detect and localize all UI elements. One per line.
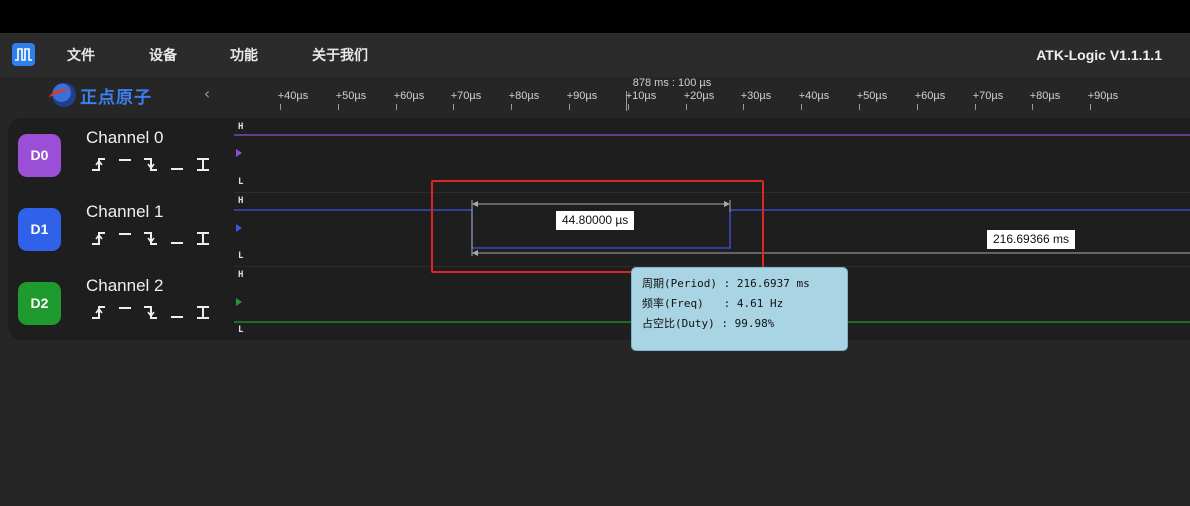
ruler-tick-mark [859, 104, 860, 110]
any-edge-icon[interactable] [194, 230, 212, 246]
ruler-tick-label: +80µs [508, 90, 540, 102]
trigger-options [90, 304, 212, 320]
channel-2-high-label: H [238, 270, 244, 280]
ruler-tick-label: +20µs [683, 90, 715, 102]
low-level-icon[interactable] [168, 156, 186, 172]
any-edge-icon[interactable] [194, 156, 212, 172]
ruler-tick-mark [628, 104, 629, 110]
ruler-tick-mark [801, 104, 802, 110]
falling-edge-icon[interactable] [142, 156, 160, 172]
ruler-tick-mark [396, 104, 397, 110]
chevron-left-icon: ‹ [203, 84, 211, 103]
collapse-sidebar-button[interactable]: ‹ [198, 83, 216, 105]
ruler-tick-label: +60µs [914, 90, 946, 102]
ruler-tick-mark [1032, 104, 1033, 110]
tooltip-duty: 占空比(Duty) : 99.98% [642, 317, 775, 330]
ruler-tick-label: +50µs [856, 90, 888, 102]
ruler-tick-mark [280, 104, 281, 110]
ruler-tick-mark [338, 104, 339, 110]
ruler-tick-mark [453, 104, 454, 110]
ruler-tick-mark [1090, 104, 1091, 110]
brand-mark-icon [52, 83, 76, 107]
channel-1-trigger-marker [236, 224, 242, 232]
menu-device[interactable]: 设备 [149, 33, 177, 77]
channel-0-high-label: H [238, 122, 244, 132]
ruler-tick-label: +40µs [277, 90, 309, 102]
rising-edge-icon[interactable] [90, 156, 108, 172]
ruler-tick-mark [511, 104, 512, 110]
ruler-tick-label: +90µs [566, 90, 598, 102]
channel-0-trigger-marker [236, 149, 242, 157]
measurement-tooltip: 周期(Period) : 216.6937 ms 频率(Freq) : 4.61… [631, 267, 848, 351]
channel-1-high-label: H [238, 196, 244, 206]
falling-edge-icon[interactable] [142, 230, 160, 246]
ruler-tick-label: +70µs [450, 90, 482, 102]
channel-1-low-label: L [238, 251, 244, 261]
trigger-options [90, 156, 212, 172]
brand-text: 正点原子 [80, 87, 152, 108]
ruler-tick-mark [917, 104, 918, 110]
ruler-tick-mark [975, 104, 976, 110]
channel-badge[interactable]: D0 [18, 134, 61, 177]
trigger-options [90, 230, 212, 246]
ruler-tick-label: +80µs [1029, 90, 1061, 102]
menu-about[interactable]: 关于我们 [312, 33, 368, 77]
app-title: ATK-Logic V1.1.1.1 [1036, 47, 1162, 63]
ruler-tick-label: +50µs [335, 90, 367, 102]
menu-function[interactable]: 功能 [230, 33, 258, 77]
rising-edge-icon[interactable] [90, 304, 108, 320]
rising-edge-icon[interactable] [90, 230, 108, 246]
channel-2-trigger-marker [236, 298, 242, 306]
channel-name[interactable]: Channel 2 [86, 276, 164, 296]
low-level-icon[interactable] [168, 304, 186, 320]
channel-0-low-label: L [238, 177, 244, 187]
logic-analyzer-window: 文件 设备 功能 关于我们 ATK-Logic V1.1.1.1 正点原子 ‹ … [0, 33, 1190, 506]
channel-name[interactable]: Channel 0 [86, 128, 164, 148]
any-edge-icon[interactable] [194, 304, 212, 320]
channel-row-1[interactable]: D1 Channel 1 [8, 192, 234, 266]
ruler-tick-label: +40µs [798, 90, 830, 102]
tooltip-frequency: 频率(Freq) : 4.61 Hz [642, 297, 784, 310]
brand-logo: 正点原子 [52, 81, 152, 109]
channel-badge[interactable]: D1 [18, 208, 61, 251]
menu-bar: 文件 设备 功能 关于我们 ATK-Logic V1.1.1.1 [0, 33, 1190, 77]
time-ruler[interactable]: 878 ms : 100 µs +40µs +50µs +60µs +70µs +80µ… [234, 77, 1190, 111]
menu-file[interactable]: 文件 [67, 33, 95, 77]
channel-row-0[interactable]: D0 Channel 0 [8, 118, 234, 192]
ruler-reference-label: 878 ms : 100 µs [632, 77, 712, 89]
ruler-tick-mark [743, 104, 744, 110]
ruler-tick-mark [569, 104, 570, 110]
period-label: 216.69366 ms [987, 230, 1076, 249]
high-level-icon[interactable] [116, 230, 134, 246]
ruler-tick-label: +30µs [740, 90, 772, 102]
high-level-icon[interactable] [116, 304, 134, 320]
ruler-tick-label: +10µs [625, 90, 657, 102]
highlight-annotation [431, 180, 764, 273]
ruler-tick-label: +90µs [1087, 90, 1119, 102]
channel-row-2[interactable]: D2 Channel 2 [8, 266, 234, 340]
high-level-icon[interactable] [116, 156, 134, 172]
channel-2-low-label: L [238, 325, 244, 335]
channel-name[interactable]: Channel 1 [86, 202, 164, 222]
low-level-icon[interactable] [168, 230, 186, 246]
falling-edge-icon[interactable] [142, 304, 160, 320]
channel-badge[interactable]: D2 [18, 282, 61, 325]
ruler-tick-label: +60µs [393, 90, 425, 102]
ruler-tick-mark [686, 104, 687, 110]
square-wave-icon [12, 43, 35, 66]
tooltip-period: 周期(Period) : 216.6937 ms [642, 277, 810, 290]
ruler-tick-label: +70µs [972, 90, 1004, 102]
